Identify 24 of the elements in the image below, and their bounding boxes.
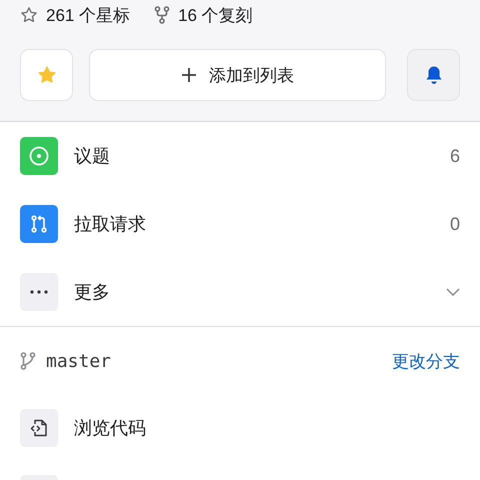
bell-icon xyxy=(424,65,442,85)
count: 6 xyxy=(450,146,460,166)
fork-icon xyxy=(154,6,170,24)
add-to-list-button[interactable]: 添加到列表 xyxy=(89,49,386,101)
pull-request-icon xyxy=(20,205,58,243)
stat-label[interactable]: 261 个星标 xyxy=(46,4,130,26)
menu-item[interactable]: 更多 xyxy=(74,280,430,304)
menu-item[interactable]: 浏览代码 xyxy=(74,416,146,440)
code-file-icon xyxy=(20,409,58,447)
branch-icon xyxy=(20,352,36,370)
menu-item[interactable]: 议题 xyxy=(74,144,434,168)
count: 0 xyxy=(450,214,460,234)
star-icon xyxy=(36,65,56,85)
change-branch-link[interactable]: 更改分支 xyxy=(392,350,460,372)
star-button[interactable] xyxy=(20,49,73,101)
notifications-button[interactable] xyxy=(407,49,460,101)
more-icon xyxy=(20,273,58,311)
branch-name: master xyxy=(46,350,112,372)
star-outline-icon xyxy=(20,6,38,24)
plus-icon xyxy=(181,67,197,83)
issue-icon xyxy=(20,137,58,175)
menu-item[interactable]: 拉取请求 xyxy=(74,212,434,236)
chevron-icon[interactable] xyxy=(446,288,460,296)
stat-label[interactable]: 16 个复刻 xyxy=(178,4,253,26)
